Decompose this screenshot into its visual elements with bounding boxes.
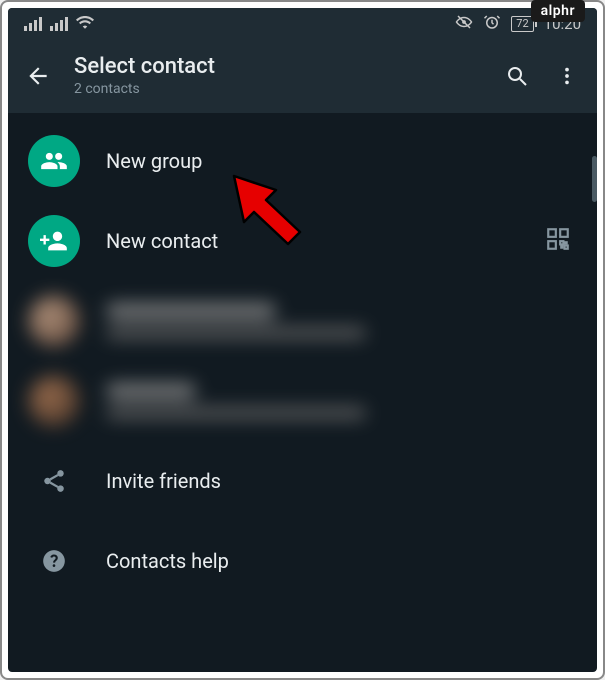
qr-code-button[interactable]: [545, 226, 577, 256]
share-icon: [28, 455, 80, 507]
page-subtitle: 2 contacts: [74, 81, 481, 97]
page-title: Select contact: [74, 54, 481, 79]
contacts-help-item[interactable]: Contacts help: [8, 521, 597, 601]
more-menu-button[interactable]: [553, 62, 581, 90]
status-bar: 72 10:20: [8, 8, 597, 40]
avatar: [28, 295, 80, 347]
phone-screen: 72 10:20 Select contact 2 contacts: [8, 8, 597, 672]
invite-friends-item[interactable]: Invite friends: [8, 441, 597, 521]
signal-icon: [50, 17, 68, 31]
app-bar: Select contact 2 contacts: [8, 40, 597, 113]
avatar: [28, 375, 80, 427]
group-icon: [28, 135, 80, 187]
new-contact-item[interactable]: New contact: [8, 201, 597, 281]
new-contact-label: New contact: [106, 229, 519, 253]
contact-list: New group New contact: [8, 113, 597, 601]
alphr-badge: alphr: [531, 0, 585, 22]
new-group-label: New group: [106, 149, 577, 173]
contact-row-blurred[interactable]: [8, 361, 597, 441]
contacts-help-label: Contacts help: [106, 549, 577, 573]
alarm-icon: [483, 13, 501, 35]
new-group-item[interactable]: New group: [8, 121, 597, 201]
invite-friends-label: Invite friends: [106, 469, 577, 493]
contact-row-blurred[interactable]: [8, 281, 597, 361]
add-contact-icon: [28, 215, 80, 267]
back-button[interactable]: [24, 62, 52, 90]
help-icon: [28, 535, 80, 587]
search-button[interactable]: [503, 62, 531, 90]
eye-off-icon: [455, 13, 473, 35]
wifi-icon: [76, 15, 94, 33]
signal-icon: [24, 17, 42, 31]
